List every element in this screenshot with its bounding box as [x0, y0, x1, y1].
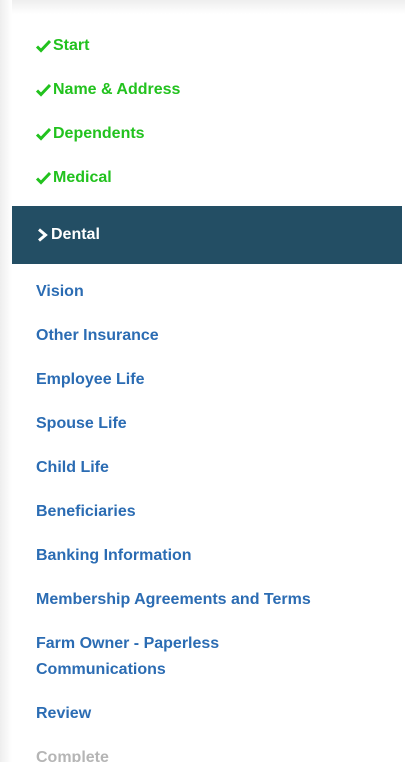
step-label: Spouse Life	[36, 415, 127, 432]
checkmark-icon	[36, 39, 51, 53]
step-label: Review	[36, 705, 92, 722]
step-label: Employee Life	[36, 371, 145, 388]
step-label: Complete	[36, 749, 109, 762]
step-employee-life[interactable]: Employee Life	[12, 358, 402, 402]
step-label: Membership Agreements and Terms	[36, 591, 311, 608]
step-start[interactable]: Start	[12, 24, 402, 68]
step-dependents[interactable]: Dependents	[12, 112, 402, 156]
step-label: Medical	[53, 169, 112, 186]
step-vision[interactable]: Vision	[12, 270, 402, 314]
step-label: Banking Information	[36, 547, 192, 564]
step-farm-owner-paperless[interactable]: Farm Owner - Paperless Communications	[12, 622, 402, 692]
checkmark-icon	[36, 171, 51, 185]
step-label: Vision	[36, 283, 84, 300]
checkmark-icon	[36, 127, 51, 141]
panel-top-edge	[0, 0, 405, 14]
step-membership-agreements[interactable]: Membership Agreements and Terms	[12, 578, 402, 622]
step-medical[interactable]: Medical	[12, 156, 402, 200]
step-label: Beneficiaries	[36, 503, 136, 520]
step-child-life[interactable]: Child Life	[12, 446, 402, 490]
step-dental[interactable]: Dental	[12, 206, 402, 264]
step-other-insurance[interactable]: Other Insurance	[12, 314, 402, 358]
current-step-wrapper: Dental	[12, 206, 402, 264]
step-label: Dependents	[53, 125, 145, 142]
step-label: Farm Owner - Paperless Communications	[36, 635, 220, 678]
steps-nav: Start Name & Address Dependents Medical	[12, 24, 402, 762]
step-beneficiaries[interactable]: Beneficiaries	[12, 490, 402, 534]
step-label: Start	[53, 37, 90, 54]
enrollment-steps-panel: Start Name & Address Dependents Medical	[0, 0, 405, 762]
step-label: Child Life	[36, 459, 109, 476]
panel-left-edge	[0, 0, 12, 762]
step-label: Dental	[51, 226, 100, 243]
step-label: Other Insurance	[36, 327, 159, 344]
step-review[interactable]: Review	[12, 692, 402, 736]
step-spouse-life[interactable]: Spouse Life	[12, 402, 402, 446]
checkmark-icon	[36, 83, 51, 97]
chevron-right-icon	[36, 228, 50, 242]
step-name-address[interactable]: Name & Address	[12, 68, 402, 112]
step-complete: Complete	[12, 736, 402, 762]
step-banking-information[interactable]: Banking Information	[12, 534, 402, 578]
step-label: Name & Address	[53, 81, 181, 98]
